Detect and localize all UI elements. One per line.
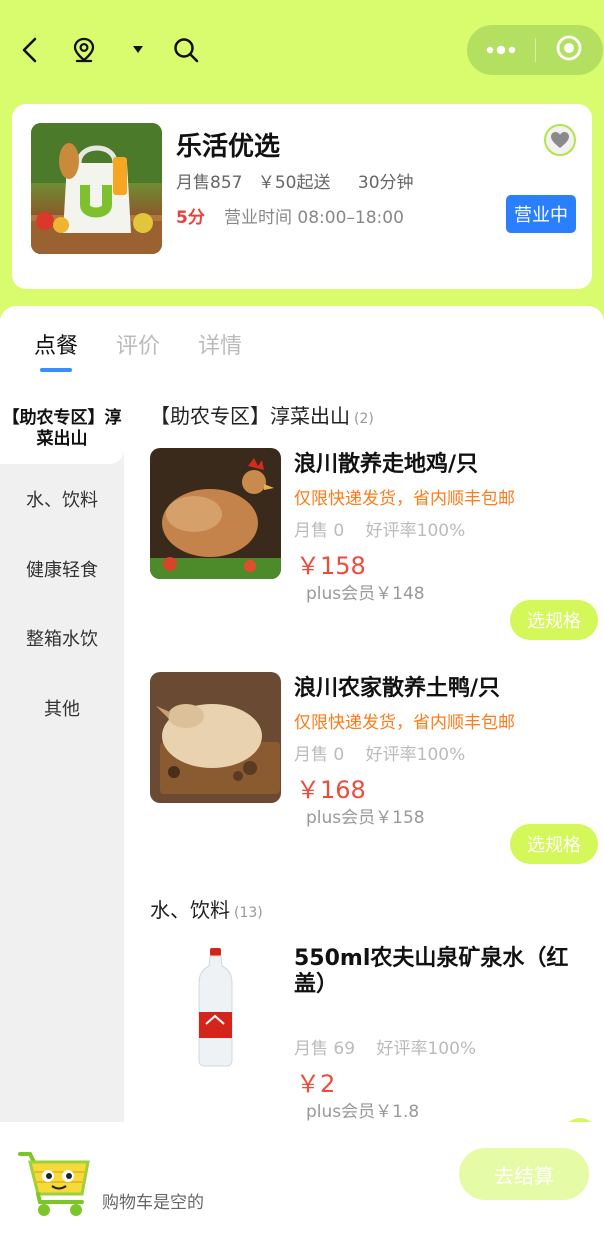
product-rating: 好评率100% [376, 1039, 477, 1059]
store-card: 乐活优选 月售857 ￥50起送 30分钟 5分 营业时间 08:00–18:0… [12, 104, 592, 289]
store-name: 乐活优选 [176, 132, 281, 162]
sidebar-item-label: 【助农专区】淳菜出山 [2, 408, 122, 449]
target-icon[interactable] [555, 34, 583, 66]
product-monthly-sales: 月售 69 [294, 1039, 356, 1059]
capsule-divider [535, 38, 536, 62]
product-stats: 月售 0 好评率100% [294, 516, 481, 541]
product-stats: 月售 69 好评率100% [294, 1034, 492, 1059]
store-delivery-time: 30分钟 [357, 173, 414, 193]
store-monthly-sales: 月售857 [176, 173, 243, 193]
sidebar-item-label: 其他 [44, 699, 80, 720]
product-rating: 好评率100% [365, 745, 466, 765]
more-dots-icon[interactable] [485, 41, 517, 60]
tab-order[interactable]: 点餐 [34, 328, 78, 360]
product-plus-price: plus会员￥148 [306, 584, 425, 604]
section-title: 水、饮料 (13) [150, 894, 263, 923]
status-badge: 营业中 [506, 195, 576, 233]
product-monthly-sales: 月售 0 [294, 521, 345, 541]
product-price: ￥168 [296, 776, 366, 804]
section-count: (13) [234, 905, 263, 921]
sidebar-item-label: 健康轻食 [26, 560, 98, 581]
sidebar-item-light-meals[interactable]: 健康轻食 [0, 556, 124, 582]
cart-empty-text: 购物车是空的 [102, 1193, 204, 1213]
product-shipping-tag: 仅限快递发货，省内顺丰包邮 [294, 713, 515, 733]
sidebar-item-boxed-drinks[interactable]: 整箱水饮 [0, 625, 124, 651]
product-stats: 月售 0 好评率100% [294, 740, 481, 765]
search-icon[interactable] [166, 30, 206, 70]
store-logo-image [31, 123, 162, 254]
sidebar-item-label: 水、饮料 [26, 490, 98, 511]
tab-details[interactable]: 详情 [198, 328, 242, 360]
product-image-chicken[interactable] [150, 448, 281, 579]
product-price: ￥158 [296, 552, 366, 580]
product-monthly-sales: 月售 0 [294, 745, 345, 765]
menu-sheet: 点餐 评价 详情 【助农专区】淳菜出山 水、饮料 健康轻食 整箱水饮 其他 【助… [0, 306, 604, 1242]
product-plus-price: plus会员￥158 [306, 808, 425, 828]
sidebar-item-other[interactable]: 其他 [0, 695, 124, 721]
select-spec-button[interactable]: 选规格 [510, 600, 598, 640]
checkout-button[interactable]: 去结算 [459, 1148, 589, 1200]
store-min-order: ￥50起送 [257, 173, 331, 193]
favorite-heart-icon[interactable] [544, 124, 576, 156]
product-shipping-tag: 仅限快递发货，省内顺丰包邮 [294, 489, 515, 509]
store-meta: 月售857 ￥50起送 30分钟 [176, 168, 424, 193]
select-spec-button[interactable]: 选规格 [510, 824, 598, 864]
section-title-text: 水、饮料 [150, 898, 230, 922]
product-image-duck[interactable] [150, 672, 281, 803]
sidebar-item-drinks[interactable]: 水、饮料 [0, 486, 124, 512]
product-name: 浪川散养走地鸡/只 [294, 452, 479, 477]
section-count: (2) [354, 411, 374, 427]
caret-down-icon[interactable] [118, 30, 158, 70]
shopping-cart-icon[interactable] [16, 1146, 92, 1224]
tab-active-indicator [40, 368, 72, 372]
product-rating: 好评率100% [365, 521, 466, 541]
mini-program-capsule [467, 25, 603, 75]
category-sidebar: 【助农专区】淳菜出山 水、饮料 健康轻食 整箱水饮 其他 [0, 396, 124, 1242]
product-plus-price: plus会员￥1.8 [306, 1102, 420, 1122]
section-title-text: 【助农专区】淳菜出山 [150, 404, 350, 428]
sidebar-item-agri-zone[interactable]: 【助农专区】淳菜出山 [0, 396, 124, 464]
product-name: 浪川农家散养土鸭/只 [294, 676, 501, 701]
store-hours: 营业时间 08:00–18:00 [224, 208, 404, 228]
tab-bar: 点餐 评价 详情 [0, 306, 604, 396]
tab-reviews[interactable]: 评价 [116, 328, 160, 360]
cart-bar: 购物车是空的 去结算 [0, 1122, 604, 1242]
product-image-water[interactable] [150, 940, 281, 1071]
back-arrow-icon[interactable] [10, 30, 50, 70]
sidebar-item-label: 整箱水饮 [26, 629, 98, 650]
product-price: ￥2 [296, 1070, 336, 1098]
store-score: 5分 [176, 208, 205, 228]
product-name: 550ml农夫山泉矿泉水（红盖） [294, 946, 569, 997]
location-pin-icon[interactable] [64, 30, 104, 70]
section-title: 【助农专区】淳菜出山 (2) [150, 400, 374, 429]
